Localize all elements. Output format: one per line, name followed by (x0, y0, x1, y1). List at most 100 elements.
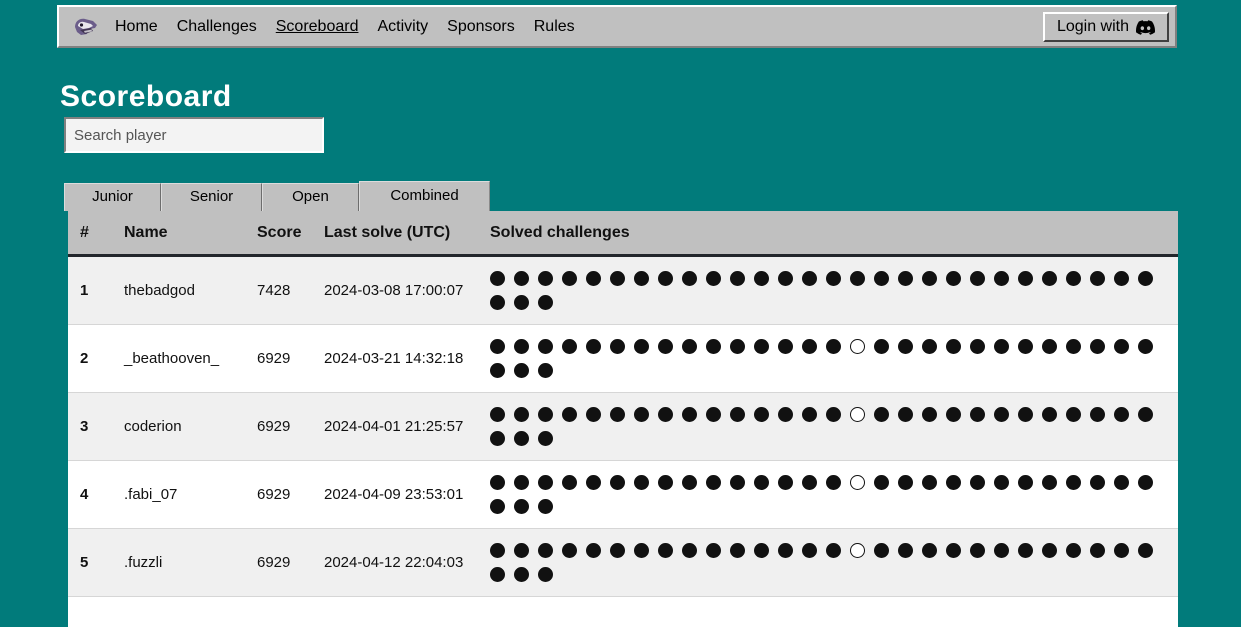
challenge-dot-solved[interactable] (490, 339, 505, 354)
challenge-dot-solved[interactable] (1042, 475, 1057, 490)
column-header-solved-challenges[interactable]: Solved challenges (490, 211, 1178, 257)
challenge-dot-solved[interactable] (658, 271, 673, 286)
challenge-dot-solved[interactable] (658, 475, 673, 490)
challenge-dot-solved[interactable] (1018, 543, 1033, 558)
nav-item-scoreboard[interactable]: Scoreboard (276, 18, 359, 35)
challenge-dot-solved[interactable] (634, 543, 649, 558)
challenge-dot-solved[interactable] (514, 499, 529, 514)
challenge-dot-solved[interactable] (538, 271, 553, 286)
nav-item-sponsors[interactable]: Sponsors (447, 18, 515, 35)
challenge-dot-solved[interactable] (970, 339, 985, 354)
challenge-dot-solved[interactable] (514, 431, 529, 446)
challenge-dot-solved[interactable] (538, 475, 553, 490)
challenge-dot-solved[interactable] (874, 475, 889, 490)
challenge-dot-solved[interactable] (778, 543, 793, 558)
challenge-dot-solved[interactable] (898, 271, 913, 286)
challenge-dot-solved[interactable] (538, 339, 553, 354)
challenge-dot-solved[interactable] (994, 339, 1009, 354)
challenge-dot-solved[interactable] (778, 271, 793, 286)
challenge-dot-solved[interactable] (874, 543, 889, 558)
challenge-dot-solved[interactable] (778, 407, 793, 422)
challenge-dot-solved[interactable] (634, 271, 649, 286)
challenge-dot-solved[interactable] (754, 543, 769, 558)
challenge-dot-solved[interactable] (634, 475, 649, 490)
challenge-dot-solved[interactable] (490, 567, 505, 582)
challenge-dot-solved[interactable] (706, 475, 721, 490)
challenge-dot-solved[interactable] (994, 271, 1009, 286)
challenge-dot-solved[interactable] (586, 271, 601, 286)
challenge-dot-solved[interactable] (1090, 271, 1105, 286)
challenge-dot-solved[interactable] (730, 339, 745, 354)
challenge-dot-solved[interactable] (946, 475, 961, 490)
challenge-dot-solved[interactable] (490, 475, 505, 490)
challenge-dot-solved[interactable] (970, 407, 985, 422)
challenge-dot-solved[interactable] (490, 543, 505, 558)
challenge-dot-solved[interactable] (538, 295, 553, 310)
challenge-dot-solved[interactable] (610, 339, 625, 354)
challenge-dot-solved[interactable] (658, 543, 673, 558)
challenge-dot-solved[interactable] (490, 407, 505, 422)
challenge-dot-solved[interactable] (826, 271, 841, 286)
challenge-dot-solved[interactable] (490, 271, 505, 286)
challenge-dot-solved[interactable] (610, 543, 625, 558)
challenge-dot-solved[interactable] (538, 499, 553, 514)
challenge-dot-solved[interactable] (994, 543, 1009, 558)
challenge-dot-solved[interactable] (754, 271, 769, 286)
table-row[interactable]: 5 .fuzzli 6929 2024-04-12 22:04:03 (68, 528, 1178, 597)
challenge-dot-solved[interactable] (586, 475, 601, 490)
column-header-rank[interactable]: # (68, 211, 124, 257)
challenge-dot-solved[interactable] (586, 339, 601, 354)
challenge-dot-solved[interactable] (706, 339, 721, 354)
challenge-dot-solved[interactable] (898, 543, 913, 558)
challenge-dot-solved[interactable] (490, 363, 505, 378)
challenge-dot-solved[interactable] (1090, 475, 1105, 490)
challenge-dot-solved[interactable] (826, 475, 841, 490)
challenge-dot-solved[interactable] (754, 407, 769, 422)
challenge-dot-solved[interactable] (802, 339, 817, 354)
challenge-dot-solved[interactable] (562, 407, 577, 422)
challenge-dot-solved[interactable] (898, 339, 913, 354)
challenge-dot-solved[interactable] (682, 543, 697, 558)
challenge-dot-solved[interactable] (898, 407, 913, 422)
challenge-dot-solved[interactable] (514, 295, 529, 310)
challenge-dot-solved[interactable] (538, 363, 553, 378)
challenge-dot-solved[interactable] (1018, 271, 1033, 286)
challenge-dot-solved[interactable] (706, 543, 721, 558)
challenge-dot-solved[interactable] (562, 271, 577, 286)
challenge-dot-solved[interactable] (514, 567, 529, 582)
challenge-dot-solved[interactable] (1018, 475, 1033, 490)
challenge-dot-solved[interactable] (946, 339, 961, 354)
challenge-dot-solved[interactable] (586, 407, 601, 422)
challenge-dot-solved[interactable] (490, 499, 505, 514)
table-row[interactable]: 3 coderion 6929 2024-04-01 21:25:57 (68, 392, 1178, 461)
tab-open[interactable]: Open (262, 183, 359, 211)
challenge-dot-solved[interactable] (610, 271, 625, 286)
challenge-dot-solved[interactable] (1018, 407, 1033, 422)
tab-junior[interactable]: Junior (64, 183, 161, 211)
challenge-dot-solved[interactable] (826, 543, 841, 558)
challenge-dot-solved[interactable] (586, 543, 601, 558)
challenge-dot-unsolved[interactable] (850, 407, 865, 422)
challenge-dot-solved[interactable] (610, 407, 625, 422)
column-header-name[interactable]: Name (124, 211, 257, 257)
challenge-dot-solved[interactable] (1114, 339, 1129, 354)
challenge-dot-solved[interactable] (922, 271, 937, 286)
challenge-dot-solved[interactable] (514, 271, 529, 286)
challenge-dot-solved[interactable] (826, 339, 841, 354)
challenge-dot-solved[interactable] (898, 475, 913, 490)
challenge-dot-solved[interactable] (850, 271, 865, 286)
challenge-dot-solved[interactable] (946, 407, 961, 422)
challenge-dot-solved[interactable] (922, 407, 937, 422)
challenge-dot-solved[interactable] (730, 407, 745, 422)
challenge-dot-solved[interactable] (514, 407, 529, 422)
challenge-dot-solved[interactable] (730, 271, 745, 286)
table-row[interactable]: 4 .fabi_07 6929 2024-04-09 23:53:01 (68, 460, 1178, 529)
challenge-dot-solved[interactable] (730, 475, 745, 490)
challenge-dot-solved[interactable] (538, 567, 553, 582)
challenge-dot-solved[interactable] (490, 295, 505, 310)
challenge-dot-solved[interactable] (970, 543, 985, 558)
challenge-dot-solved[interactable] (1090, 407, 1105, 422)
challenge-dot-solved[interactable] (514, 363, 529, 378)
challenge-dot-solved[interactable] (538, 431, 553, 446)
challenge-dot-solved[interactable] (802, 543, 817, 558)
